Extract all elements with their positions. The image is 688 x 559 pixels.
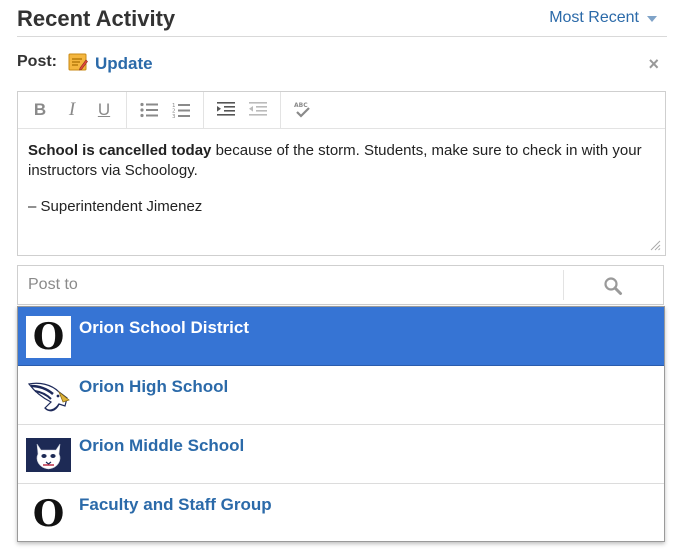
update-note-icon	[68, 52, 88, 72]
spellcheck-icon: ABC	[294, 102, 310, 118]
outdent-icon	[249, 102, 267, 116]
bulleted-list-button[interactable]	[133, 96, 165, 124]
sort-dropdown[interactable]: Most Recent	[549, 9, 657, 27]
district-o-logo: O	[26, 316, 71, 358]
italic-button[interactable]: I	[56, 96, 88, 124]
option-label: Orion High School	[79, 377, 229, 396]
recent-activity-header: Recent Activity Most Recent	[17, 4, 667, 37]
message-signature: – Superintendent Jimenez	[28, 198, 203, 215]
post-label: Post:	[17, 53, 57, 70]
spellcheck-group: ABC	[281, 92, 325, 128]
message-paragraph: School is cancelled today because of the…	[28, 141, 655, 181]
bulleted-list-icon	[140, 102, 158, 118]
indent-icon	[217, 102, 235, 116]
svg-text:3: 3	[172, 114, 176, 119]
message-bold-text: School is cancelled today	[28, 142, 212, 159]
numbered-list-icon: 1 2 3	[172, 103, 190, 119]
option-label: Orion Middle School	[79, 436, 245, 455]
svg-text:ABC: ABC	[294, 102, 308, 109]
indent-button[interactable]	[210, 96, 242, 124]
page-title: Recent Activity	[17, 6, 176, 31]
post-to-input[interactable]	[18, 266, 563, 304]
option-label: Orion School District	[79, 318, 250, 337]
editor-toolbar: B I U 1 2 3 ABC	[18, 92, 665, 129]
indent-group	[204, 92, 281, 128]
option-orion-middle-school[interactable]: Orion Middle School	[18, 425, 664, 484]
post-to-field	[17, 265, 664, 305]
underline-button[interactable]: U	[88, 96, 120, 124]
recipient-dropdown: O Orion School District Orion High Schoo…	[17, 306, 665, 542]
wildcat-logo-icon	[26, 434, 71, 476]
eagle-logo-icon	[26, 375, 71, 417]
outdent-button[interactable]	[242, 96, 274, 124]
search-icon[interactable]	[603, 276, 623, 296]
option-label: Faculty and Staff Group	[79, 495, 272, 514]
editor-content[interactable]: School is cancelled today because of the…	[18, 129, 665, 217]
option-faculty-and-staff-group[interactable]: O Faculty and Staff Group	[18, 484, 664, 540]
divider	[563, 270, 564, 300]
resize-handle-icon[interactable]	[649, 239, 661, 251]
faculty-o-logo: O	[26, 493, 71, 535]
update-link[interactable]: Update	[95, 54, 153, 74]
format-group: B I U	[18, 92, 127, 128]
post-type-row: Post: Update ×	[17, 50, 667, 76]
sort-label: Most Recent	[549, 9, 639, 26]
list-group: 1 2 3	[127, 92, 204, 128]
bold-button[interactable]: B	[24, 96, 56, 124]
chevron-down-icon	[647, 16, 657, 22]
rich-text-editor[interactable]: B I U 1 2 3 ABC School is cancelled toda…	[17, 91, 666, 256]
numbered-list-button[interactable]: 1 2 3	[165, 96, 197, 124]
option-orion-school-district[interactable]: O Orion School District	[18, 307, 664, 366]
option-orion-high-school[interactable]: Orion High School	[18, 366, 664, 425]
district-logo: O	[26, 316, 71, 358]
spellcheck-button[interactable]: ABC	[287, 96, 319, 124]
faculty-logo: O	[26, 493, 71, 535]
close-icon[interactable]: ×	[648, 55, 659, 73]
